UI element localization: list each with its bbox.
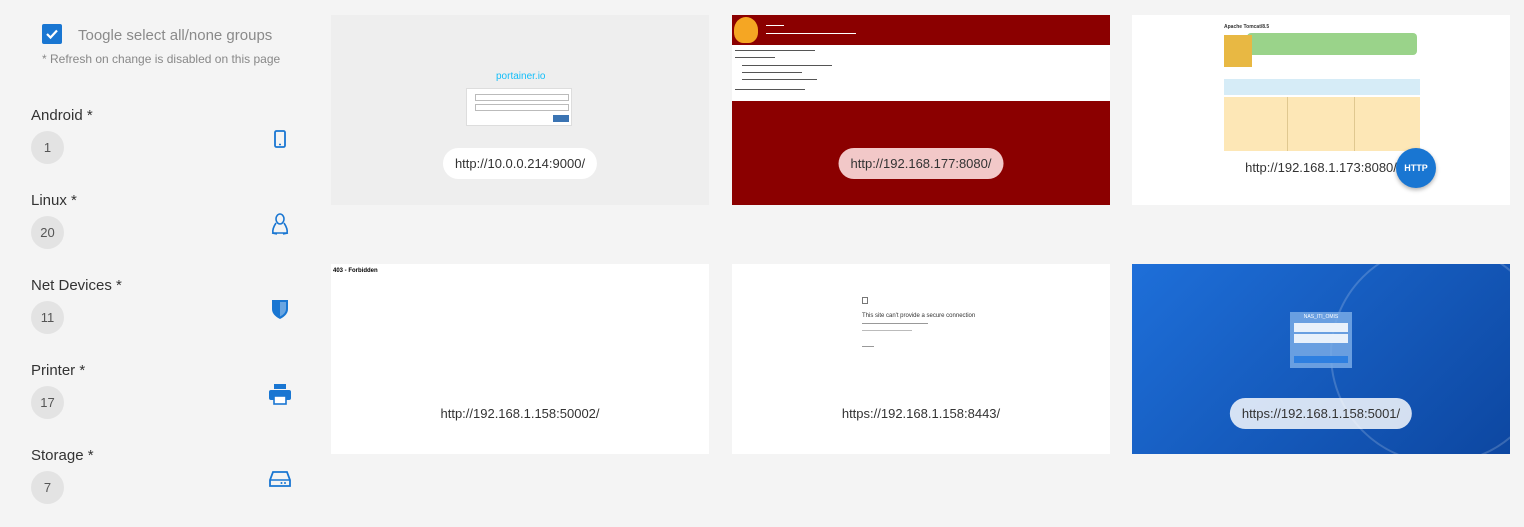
shield-icon [268,297,292,321]
group-count-badge: 7 [31,471,64,504]
group-storage[interactable]: Storage * 7 [31,447,296,527]
http-badge[interactable]: HTTP [1396,148,1436,188]
tomcat-logo [1224,35,1252,67]
url-pill[interactable]: http://10.0.0.214:9000/ [442,148,598,179]
url-pill[interactable]: http://192.168.177:8080/ [838,148,1004,179]
toggle-all-groups[interactable]: Toogle select all/none groups [42,23,272,44]
group-android[interactable]: Android * 1 [31,107,296,187]
service-card[interactable]: http://192.168.177:8080/ [732,15,1110,205]
storage-icon [268,467,292,491]
group-filter-sidebar: Toogle select all/none groups * Refresh … [0,0,310,508]
group-printer[interactable]: Printer * 17 [31,362,296,442]
group-count-badge: 17 [31,386,64,419]
group-net-devices[interactable]: Net Devices * 11 [31,277,296,357]
group-count-badge: 20 [31,216,64,249]
url-pill[interactable]: http://192.168.1.158:50002/ [428,398,611,429]
page-heading: 403 - Forbidden [333,268,378,274]
service-card[interactable]: Apache Tomcat/8.5 http://192.168.1.173:8… [1132,15,1510,205]
service-card[interactable]: 403 - Forbidden http://192.168.1.158:500… [331,264,709,454]
group-count-badge: 1 [31,131,64,164]
nas-title: NAS_ITI_OMIS [1303,314,1339,320]
select-all-checkbox[interactable] [42,23,62,44]
group-name: Linux * [31,192,77,209]
page-preview-body [732,45,1110,101]
smartphone-icon [268,127,292,151]
login-form-preview [466,88,572,126]
document-icon [862,297,868,304]
checkmark-icon [46,29,58,39]
url-pill[interactable]: https://192.168.1.158:8443/ [830,398,1012,429]
group-count-badge: 11 [31,301,64,334]
refresh-hint: * Refresh on change is disabled on this … [42,52,281,66]
service-card[interactable]: NAS_ITI_OMIS https://192.168.1.158:5001/ [1132,264,1510,454]
tomcat-title: Apache Tomcat/8.5 [1224,24,1270,30]
login-box-preview: NAS_ITI_OMIS [1290,312,1352,368]
toggle-label: Toogle select all/none groups [78,27,273,44]
group-name: Android * [31,107,93,124]
error-heading: This site can't provide a secure connect… [862,313,976,319]
group-name: Storage * [31,447,94,464]
group-name: Printer * [31,362,86,379]
portainer-logo: portainer.io [496,71,546,82]
tomcat-banner [1247,33,1417,55]
group-name: Net Devices * [31,277,122,294]
linux-icon [268,212,292,236]
service-card[interactable]: This site can't provide a secure connect… [732,264,1110,454]
flame-logo [734,17,758,43]
url-pill[interactable]: https://192.168.1.158:5001/ [1229,398,1413,429]
group-linux[interactable]: Linux * 20 [31,192,296,272]
printer-icon [268,382,292,406]
url-pill[interactable]: http://192.168.1.173:8080/ [1233,152,1409,183]
service-card[interactable]: portainer.io http://10.0.0.214:9000/ [331,15,709,205]
